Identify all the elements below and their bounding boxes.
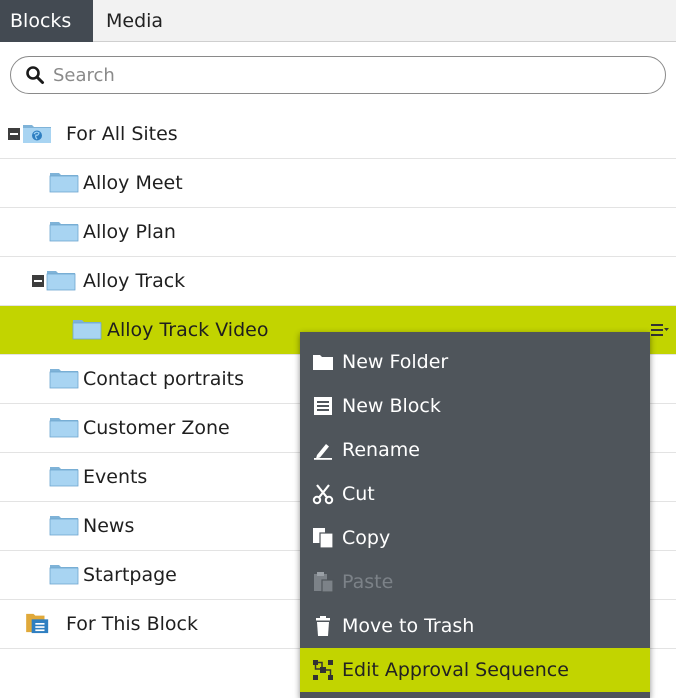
menu-item-new-block[interactable]: New Block [300,384,650,428]
folder-icon [49,418,79,438]
approval-sequence-icon [313,660,333,680]
menu-item-label: New Block [342,395,441,417]
menu-item-new-folder[interactable]: New Folder [300,340,650,384]
context-menu-toggle-icon[interactable] [650,320,670,340]
rename-icon [314,444,332,460]
folder-icon [49,516,79,536]
tree-item-alloy-track[interactable]: Alloy Track [0,257,676,306]
tree-item-label: For All Sites [66,123,178,145]
folder-icon [49,369,79,389]
menu-item-label: Move to Trash [342,615,475,637]
tab-media[interactable]: Media [96,0,182,42]
menu-item-label: Rename [342,439,420,461]
scissors-icon [312,484,334,505]
trash-icon [316,616,330,636]
menu-item-label: Paste [342,571,394,593]
menu-item-cut[interactable]: Cut [300,472,650,516]
menu-item-copy[interactable]: Copy [300,516,650,560]
menu-item-paste[interactable]: Paste [300,560,650,604]
menu-item-rename[interactable]: Rename [300,428,650,472]
copy-icon [313,528,334,549]
menu-item-label: Edit Approval Sequence [342,659,569,681]
folder-icon [49,467,79,487]
tree-item-alloy-plan[interactable]: Alloy Plan [0,208,676,257]
folder-icon [49,173,79,193]
local-block-folder-icon [26,613,49,634]
menu-item-label: Cut [342,483,375,505]
menu-item-label: New Folder [342,351,449,373]
tree-item-for-all-sites[interactable]: For All Sites [0,110,676,159]
tree-item-label: Customer Zone [83,417,230,439]
menu-item-edit-approval-sequence[interactable]: Edit Approval Sequence [300,648,650,692]
tree-item-label: Alloy Plan [83,221,176,243]
tree-item-label: Startpage [83,564,177,586]
tree-item-alloy-meet[interactable]: Alloy Meet [0,159,676,208]
tab-bar: Blocks Media [0,0,676,42]
tree-item-label: For This Block [66,613,198,635]
context-menu: New Folder New Block Rename Cut Copy Pas… [300,332,650,698]
folder-icon [49,565,79,585]
folder-icon [313,355,333,370]
search-box[interactable] [10,56,666,94]
menu-item-label: Copy [342,527,391,549]
tree-item-label: Contact portraits [83,368,244,390]
search-icon [26,66,44,84]
menu-item-move-to-trash[interactable]: Move to Trash [300,604,650,648]
tree-item-label: Events [83,466,148,488]
folder-icon [49,222,79,242]
tab-blocks[interactable]: Blocks [0,0,93,42]
tree-item-label: News [83,515,135,537]
paste-icon [314,572,334,593]
collapse-toggle-icon[interactable] [8,128,20,140]
collapse-toggle-icon[interactable] [32,275,44,287]
folder-icon [46,271,76,291]
global-folder-icon [23,125,51,143]
tree-item-label: Alloy Meet [83,172,183,194]
block-icon [314,397,332,415]
folder-icon [72,320,102,340]
tree-item-label: Alloy Track Video [107,319,269,341]
search-input[interactable] [53,59,653,91]
tree-item-label: Alloy Track [83,270,186,292]
